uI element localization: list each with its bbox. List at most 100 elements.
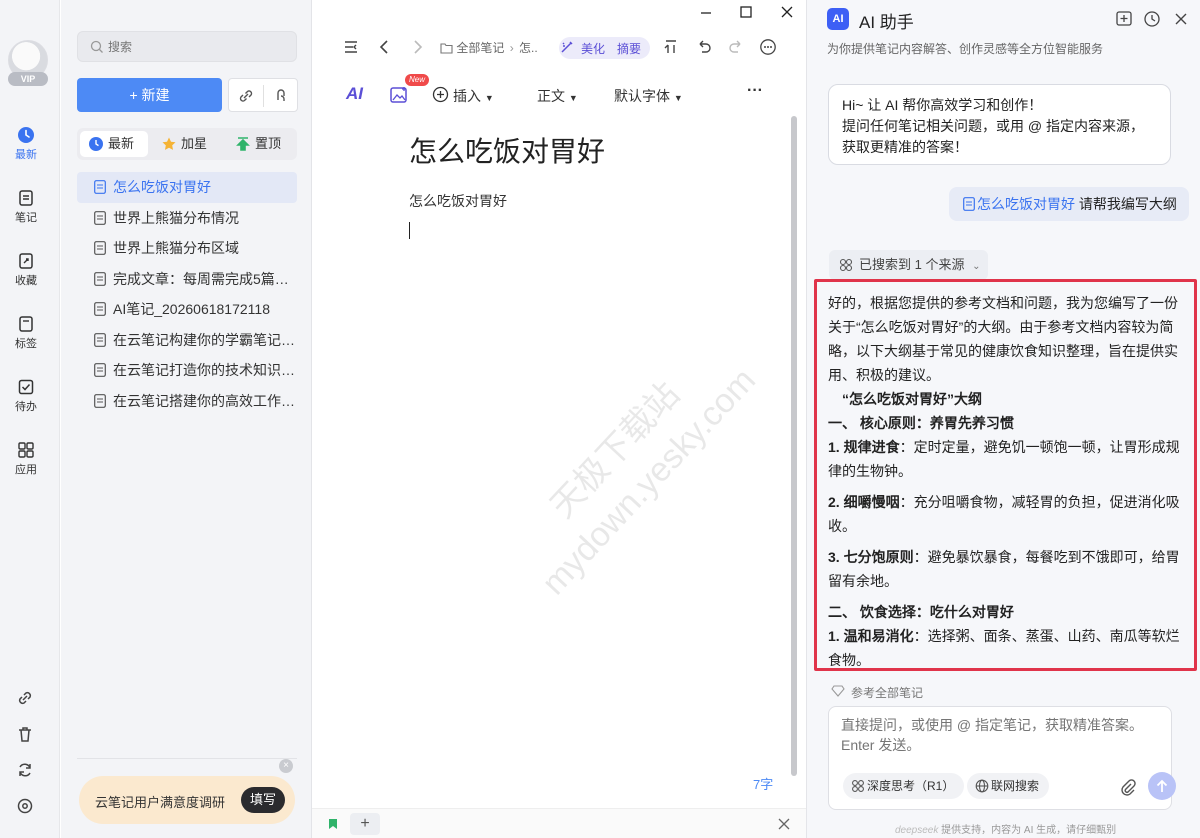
globe-icon xyxy=(975,779,989,793)
trash-icon[interactable] xyxy=(15,724,35,744)
list-item[interactable]: 在云笔记构建你的学霸笔记… xyxy=(77,325,297,356)
close-panel-icon[interactable] xyxy=(1172,10,1190,28)
font-select[interactable]: 默认字体 ▼ xyxy=(614,86,683,106)
tab-pinned[interactable]: 置顶 xyxy=(227,131,295,157)
breadcrumb-root[interactable]: 全部笔记 xyxy=(456,41,504,55)
rail-item-apps[interactable]: 应用 xyxy=(4,435,48,483)
tab-latest[interactable]: 最新 xyxy=(80,131,148,157)
ai-logo: AI xyxy=(827,8,849,30)
web-search-label: 联网搜索 xyxy=(991,779,1040,793)
list-item[interactable]: 怎么吃饭对胃好 xyxy=(77,172,297,203)
list-item[interactable]: 世界上熊猫分布情况 xyxy=(77,203,297,234)
more-icon[interactable]: ··· xyxy=(747,82,763,100)
link-icon[interactable] xyxy=(15,688,35,708)
survey-banner[interactable]: 云笔记用户满意度调研 填写 xyxy=(79,776,295,824)
close-window-icon[interactable] xyxy=(777,2,797,22)
summary-button[interactable]: 摘要 xyxy=(617,40,641,57)
reference-scope-toggle[interactable]: 参考全部笔记 xyxy=(831,684,923,701)
word-count: 7字 xyxy=(753,777,774,792)
web-search-toggle[interactable]: 联网搜索 xyxy=(967,773,1050,799)
sources-label: 已搜索到 1 个来源 xyxy=(859,257,965,272)
sources-icon xyxy=(839,258,853,272)
forward-icon[interactable] xyxy=(408,38,426,56)
send-button[interactable] xyxy=(1148,772,1176,800)
settings-icon[interactable] xyxy=(15,796,35,816)
rail-item-label: 笔记 xyxy=(15,212,37,224)
caret-down-icon: ▼ xyxy=(568,93,578,103)
reference-scope-label: 参考全部笔记 xyxy=(851,686,924,700)
sources-toggle[interactable]: 已搜索到 1 个来源 ⌄ xyxy=(829,250,988,280)
tab-label: 置顶 xyxy=(255,136,282,151)
search-input[interactable] xyxy=(108,38,288,56)
caret-down-icon: ▼ xyxy=(673,93,683,103)
rail-item-favorites[interactable]: 收藏 xyxy=(4,246,48,294)
plus-circle-icon xyxy=(432,86,449,103)
survey-text: 云笔记用户满意度调研 xyxy=(95,795,226,810)
note-title-heading[interactable]: 怎么吃饭对胃好 xyxy=(409,130,605,170)
add-tab-button[interactable]: + xyxy=(350,813,380,835)
rail-item-notes[interactable]: 笔记 xyxy=(4,183,48,231)
chevron-down-icon: ⌄ xyxy=(972,261,981,272)
ai-question-input[interactable] xyxy=(841,715,1161,759)
breadcrumb[interactable]: 全部笔记 › 怎.. xyxy=(440,39,538,56)
sync-icon[interactable] xyxy=(15,760,35,780)
welcome-card: Hi~ 让 AI 帮你高效学习和创作！ 提问任何笔记相关问题，或用 @ 指定内容… xyxy=(828,84,1171,165)
beautify-button[interactable]: 美化 xyxy=(581,40,605,57)
breadcrumb-separator: › xyxy=(509,41,514,55)
paragraph-style-select[interactable]: 正文 ▼ xyxy=(537,86,578,106)
note-body-text[interactable]: 怎么吃饭对胃好 xyxy=(409,191,507,211)
ai-write-button[interactable]: AI xyxy=(346,84,363,104)
new-note-button[interactable]: + 新建 xyxy=(77,78,222,112)
list-item[interactable]: 世界上熊猫分布区域 xyxy=(77,233,297,264)
deep-think-toggle[interactable]: 深度思考（R1） xyxy=(843,773,965,799)
more-options-icon[interactable] xyxy=(759,38,777,56)
note-title: 世界上熊猫分布情况 xyxy=(113,209,239,226)
new-chat-icon[interactable] xyxy=(1115,10,1133,28)
caret-down-icon: ▼ xyxy=(484,93,494,103)
list-item[interactable]: 完成文章：每周需完成5篇… xyxy=(77,264,297,295)
doc-icon xyxy=(963,197,975,211)
point-heading: 3. 七分饱原则 xyxy=(828,549,914,565)
tab-label: 加星 xyxy=(181,136,208,151)
note-title: 在云笔记打造你的技术知识… xyxy=(113,362,295,378)
rail-item-tags[interactable]: 标签 xyxy=(4,309,48,357)
history-icon[interactable] xyxy=(1143,10,1161,28)
undo-icon[interactable] xyxy=(695,38,713,56)
section-heading: 一、 核心原则：养胃先养习惯 xyxy=(828,415,1014,431)
back-icon[interactable] xyxy=(376,38,394,56)
list-item[interactable]: 在云笔记打造你的技术知识… xyxy=(77,355,297,386)
sort-icon[interactable] xyxy=(662,38,680,56)
insert-menu[interactable]: 插入 ▼ xyxy=(453,86,494,106)
apps-icon xyxy=(18,442,34,458)
ai-image-icon[interactable] xyxy=(389,85,409,105)
rail-item-todo[interactable]: 待办 xyxy=(4,372,48,420)
bookmark-flag-icon[interactable] xyxy=(328,818,338,830)
list-item[interactable]: 在云笔记搭建你的高效工作… xyxy=(77,386,297,417)
rail-item-latest[interactable]: 最新 xyxy=(4,120,48,168)
referenced-note-link[interactable]: 怎么吃饭对胃好 xyxy=(977,196,1075,212)
search-box[interactable] xyxy=(77,31,297,62)
doc-icon xyxy=(94,180,106,194)
tab-starred[interactable]: 加星 xyxy=(153,131,221,157)
font-label: 默认字体 xyxy=(614,88,670,104)
collapse-sidebar-icon[interactable] xyxy=(342,38,360,56)
clip-link-icon[interactable] xyxy=(237,87,255,105)
breadcrumb-current[interactable]: 怎.. xyxy=(519,41,538,55)
quick-tools xyxy=(228,78,298,112)
ai-disclaimer: deepseek 提供支持，内容为 AI 生成，请仔细甄别 xyxy=(895,821,1116,836)
list-item[interactable]: AI笔记_20260618172118 xyxy=(77,294,297,325)
welcome-line: Hi~ 让 AI 帮你高效学习和创作！ xyxy=(842,97,1043,113)
editor-scrollbar[interactable] xyxy=(791,116,797,776)
answer-point: 2. 细嚼慢咽：充分咀嚼食物，减轻胃的负担，促进消化吸收。 xyxy=(828,490,1184,538)
voice-note-icon[interactable] xyxy=(272,87,290,105)
minimize-icon[interactable] xyxy=(696,2,716,22)
maximize-icon[interactable] xyxy=(736,2,756,22)
redo-icon[interactable] xyxy=(727,38,745,56)
survey-fill-button[interactable]: 填写 xyxy=(241,787,285,813)
ai-quick-actions: 美化 摘要 xyxy=(559,37,650,59)
close-icon[interactable]: × xyxy=(279,759,293,773)
attachment-icon[interactable] xyxy=(1119,778,1137,796)
bookmark-icon xyxy=(19,253,33,269)
note-title: 在云笔记构建你的学霸笔记… xyxy=(113,331,295,348)
close-icon[interactable] xyxy=(778,818,790,830)
